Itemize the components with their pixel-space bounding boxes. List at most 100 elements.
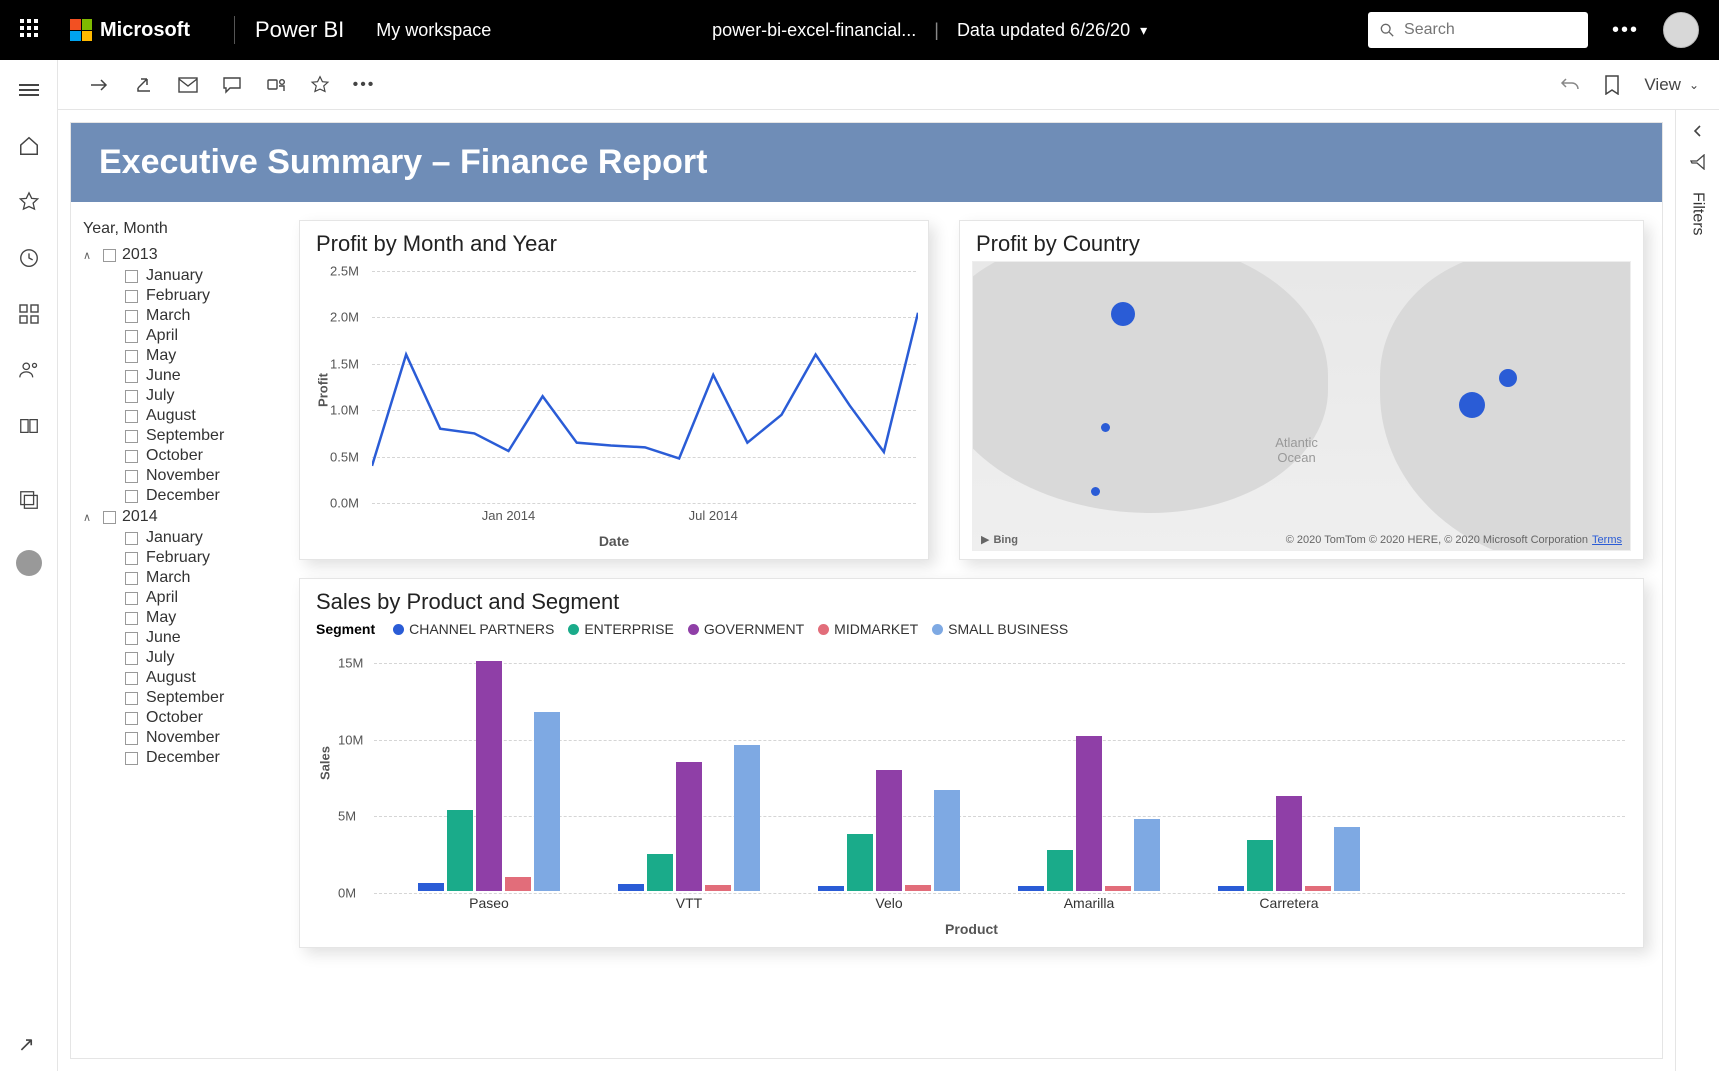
checkbox[interactable] xyxy=(125,310,138,323)
comment-icon[interactable] xyxy=(222,75,242,95)
bar[interactable] xyxy=(534,712,560,891)
teams-icon[interactable] xyxy=(266,75,286,95)
checkbox[interactable] xyxy=(125,350,138,363)
bar-group[interactable] xyxy=(1014,736,1164,891)
slicer-month-row[interactable]: December xyxy=(83,748,269,768)
chevron-down-icon[interactable]: ▾ xyxy=(1140,22,1147,39)
bar[interactable] xyxy=(676,762,702,891)
bar[interactable] xyxy=(1218,886,1244,891)
legend-item[interactable]: ENTERPRISE xyxy=(568,621,673,637)
favorite-star-icon[interactable] xyxy=(310,75,330,95)
slicer-month-row[interactable]: October xyxy=(83,708,269,728)
checkbox[interactable] xyxy=(125,532,138,545)
product-name[interactable]: Power BI xyxy=(255,17,344,43)
bar-group[interactable] xyxy=(614,745,764,891)
expand-fullscreen-icon[interactable]: ↗ xyxy=(18,1032,35,1057)
slicer-month-row[interactable]: February xyxy=(83,548,269,568)
bar[interactable] xyxy=(447,810,473,891)
slicer-month-row[interactable]: June xyxy=(83,366,269,386)
slicer-month-row[interactable]: November xyxy=(83,466,269,486)
learn-book-icon[interactable] xyxy=(17,414,41,438)
slicer-month-row[interactable]: April xyxy=(83,326,269,346)
bar[interactable] xyxy=(618,884,644,891)
view-dropdown[interactable]: View⌄ xyxy=(1644,75,1699,95)
bar[interactable] xyxy=(1134,819,1160,891)
slicer-month-row[interactable]: June xyxy=(83,628,269,648)
checkbox[interactable] xyxy=(125,632,138,645)
map-visual[interactable]: Profit by Country AtlanticOcean ▶Bing xyxy=(959,220,1644,560)
bar[interactable] xyxy=(1334,827,1360,891)
slicer-year-row[interactable]: ∧2013 xyxy=(83,244,269,266)
bar-group[interactable] xyxy=(814,770,964,891)
legend-item[interactable]: MIDMARKET xyxy=(818,621,918,637)
checkbox[interactable] xyxy=(103,249,116,262)
checkbox[interactable] xyxy=(125,430,138,443)
bar[interactable] xyxy=(505,877,531,891)
workspace-avatar-icon[interactable] xyxy=(16,550,42,576)
checkbox[interactable] xyxy=(125,330,138,343)
bar[interactable] xyxy=(818,886,844,891)
slicer-month-row[interactable]: November xyxy=(83,728,269,748)
file-export-icon[interactable] xyxy=(90,75,110,95)
search-input-wrapper[interactable] xyxy=(1368,12,1588,48)
slicer-month-row[interactable]: April xyxy=(83,588,269,608)
checkbox[interactable] xyxy=(125,692,138,705)
bar[interactable] xyxy=(1076,736,1102,891)
bar[interactable] xyxy=(705,885,731,891)
checkbox[interactable] xyxy=(125,390,138,403)
avatar[interactable] xyxy=(1663,12,1699,48)
slicer-month-row[interactable]: August xyxy=(83,406,269,426)
checkbox[interactable] xyxy=(125,592,138,605)
legend-item[interactable]: CHANNEL PARTNERS xyxy=(393,621,554,637)
checkbox[interactable] xyxy=(103,511,116,524)
checkbox[interactable] xyxy=(125,612,138,625)
bar[interactable] xyxy=(647,854,673,891)
checkbox[interactable] xyxy=(125,752,138,765)
mail-icon[interactable] xyxy=(178,75,198,95)
shared-with-me-icon[interactable] xyxy=(17,358,41,382)
bar[interactable] xyxy=(418,883,444,891)
checkbox[interactable] xyxy=(125,552,138,565)
map-bubble-france[interactable] xyxy=(1459,392,1485,418)
bar-group[interactable] xyxy=(1214,796,1364,891)
bar-group[interactable] xyxy=(414,661,564,891)
nav-collapse-icon[interactable] xyxy=(17,78,41,102)
slicer-month-row[interactable]: September xyxy=(83,426,269,446)
slicer-month-row[interactable]: May xyxy=(83,608,269,628)
bar[interactable] xyxy=(1247,840,1273,891)
line-chart[interactable]: Profit by Month and Year Profit Date 0.0… xyxy=(299,220,929,560)
slicer-month-row[interactable]: January xyxy=(83,528,269,548)
apps-grid-icon[interactable] xyxy=(17,302,41,326)
bar[interactable] xyxy=(1047,850,1073,891)
checkbox[interactable] xyxy=(125,270,138,283)
bar[interactable] xyxy=(734,745,760,891)
checkbox[interactable] xyxy=(125,732,138,745)
slicer-month-row[interactable]: March xyxy=(83,306,269,326)
bar[interactable] xyxy=(905,885,931,891)
checkbox[interactable] xyxy=(125,370,138,383)
checkbox[interactable] xyxy=(125,652,138,665)
date-slicer[interactable]: Year, Month ∧2013JanuaryFebruaryMarchApr… xyxy=(83,202,273,1055)
slicer-month-row[interactable]: January xyxy=(83,266,269,286)
bar[interactable] xyxy=(1276,796,1302,891)
workspace-name[interactable]: My workspace xyxy=(376,20,491,41)
filters-pane-collapsed[interactable]: Filters xyxy=(1675,110,1719,1071)
bar[interactable] xyxy=(1305,886,1331,891)
checkbox[interactable] xyxy=(125,672,138,685)
bar[interactable] xyxy=(1105,886,1131,891)
slicer-month-row[interactable]: October xyxy=(83,446,269,466)
slicer-month-row[interactable]: August xyxy=(83,668,269,688)
bar[interactable] xyxy=(934,790,960,891)
map-body[interactable]: AtlanticOcean ▶Bing © 2020 TomTom © 2020… xyxy=(972,261,1631,551)
legend-item[interactable]: SMALL BUSINESS xyxy=(932,621,1068,637)
header-more-icon[interactable]: ••• xyxy=(1612,19,1639,42)
map-terms-link[interactable]: Terms xyxy=(1592,534,1622,546)
breadcrumb-report[interactable]: power-bi-excel-financial... xyxy=(712,20,916,41)
slicer-year-row[interactable]: ∧2014 xyxy=(83,506,269,528)
checkbox[interactable] xyxy=(125,470,138,483)
checkbox[interactable] xyxy=(125,290,138,303)
app-launcher-icon[interactable] xyxy=(20,19,42,41)
slicer-month-row[interactable]: December xyxy=(83,486,269,506)
bar[interactable] xyxy=(1018,886,1044,891)
recent-clock-icon[interactable] xyxy=(17,246,41,270)
